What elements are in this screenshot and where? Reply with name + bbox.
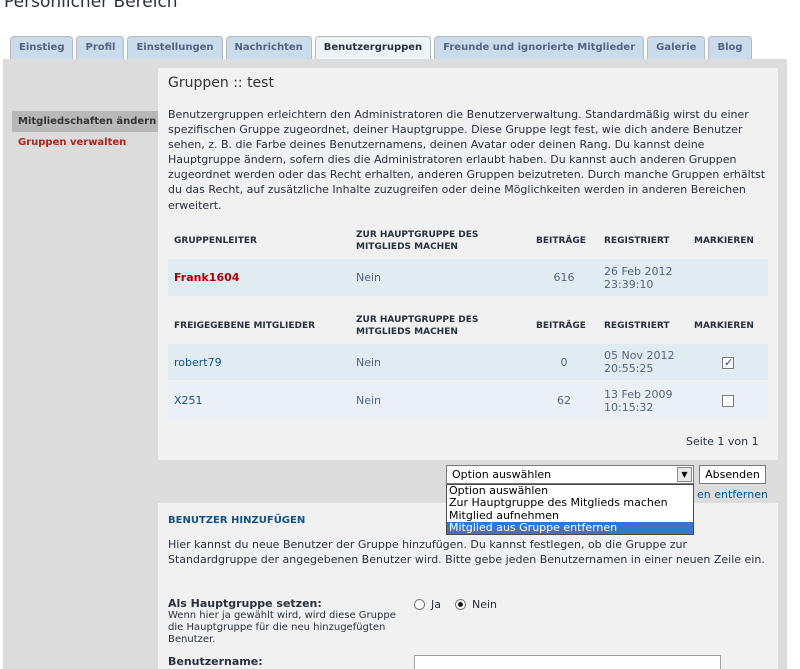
sidebar-item-manage-groups[interactable]: Gruppen verwalten <box>12 132 158 153</box>
sidebar-item-change-memberships[interactable]: Mitgliedschaften ändern <box>12 111 158 132</box>
member-name-link[interactable]: X251 <box>168 380 350 419</box>
action-select-value: Option auswählen <box>452 468 552 481</box>
tab-einstieg[interactable]: Einstieg <box>10 36 74 59</box>
mark-cell <box>688 257 768 296</box>
tab-einstellungen[interactable]: Einstellungen <box>127 36 223 59</box>
radio-no-label: Nein <box>472 598 498 611</box>
tab-benutzergruppen[interactable]: Benutzergruppen <box>314 36 432 60</box>
col-header-posts: BEITRÄGE <box>536 235 586 246</box>
leader-table: GRUPPENLEITER ZUR HAUPTGRUPPE DES MITGLI… <box>168 224 768 296</box>
chevron-down-icon[interactable]: ▼ <box>677 467 692 482</box>
tab-nachrichten[interactable]: Nachrichten <box>225 36 312 59</box>
tab-bar: Einstieg Profil Einstellungen Nachrichte… <box>10 36 752 60</box>
tab-profil[interactable]: Profil <box>76 36 125 59</box>
leader-name-link[interactable]: Frank1604 <box>168 257 350 296</box>
posts-count: 0 <box>530 342 598 381</box>
pagination-text: Seite 1 von 1 <box>686 435 759 448</box>
group-intro-text: Benutzergruppen erleichtern den Administ… <box>168 108 766 212</box>
table-row: robert79 Nein 0 05 Nov 2012 20:55:25 <box>168 342 768 381</box>
default-group-value: Nein <box>350 257 530 296</box>
col-header-default-group: ZUR HAUPTGRUPPE DES MITGLIEDS MACHEN <box>356 314 479 337</box>
group-title: Gruppen :: test <box>168 75 274 91</box>
mark-checkbox[interactable] <box>722 356 734 369</box>
add-users-heading: BENUTZER HINZUFÜGEN <box>168 515 306 526</box>
col-header-leader: GRUPPENLEITER <box>174 235 257 246</box>
member-table: FREIGEGEBENE MITGLIEDER ZUR HAUPTGRUPPE … <box>168 309 768 419</box>
table-row: Frank1604 Nein 616 26 Feb 2012 23:39:10 <box>168 257 768 296</box>
member-name-link[interactable]: robert79 <box>168 342 350 381</box>
submit-button[interactable]: Absenden <box>699 465 766 484</box>
username-label: Benutzername: <box>168 655 263 668</box>
default-group-help: Wenn hier ja gewählt wird, wird diese Gr… <box>168 610 396 645</box>
registered-date: 26 Feb 2012 23:39:10 <box>598 257 688 296</box>
action-select[interactable]: Option auswählen ▼ <box>446 465 694 484</box>
radio-yes-label: Ja <box>431 598 441 611</box>
action-dropdown-list: Option auswählen Zur Hauptgruppe des Mit… <box>446 484 694 535</box>
registered-date: 13 Feb 2009 10:15:32 <box>598 380 688 419</box>
radio-no[interactable] <box>455 599 466 610</box>
table-row: X251 Nein 62 13 Feb 2009 10:15:32 <box>168 380 768 419</box>
default-group-label: Als Hauptgruppe setzen: <box>168 597 322 610</box>
col-header-mark: MARKIEREN <box>694 235 754 246</box>
tab-freunde[interactable]: Freunde und ignorierte Mitglieder <box>434 36 645 59</box>
col-header-registered: REGISTRIERT <box>604 320 670 331</box>
col-header-default-group: ZUR HAUPTGRUPPE DES MITGLIEDS MACHEN <box>356 229 479 252</box>
dropdown-option-highlighted[interactable]: Mitglied aus Gruppe entfernen <box>447 521 693 535</box>
tab-blog[interactable]: Blog <box>708 36 752 59</box>
mark-checkbox[interactable] <box>722 395 734 407</box>
default-group-value: Nein <box>350 342 530 381</box>
add-users-intro: Hier kannst du neue Benutzer der Gruppe … <box>168 538 765 566</box>
dropdown-option[interactable]: Zur Hauptgruppe des Mitglieds machen <box>447 497 693 509</box>
sidebar: Mitgliedschaften ändern Gruppen verwalte… <box>12 111 158 153</box>
col-header-mark: MARKIEREN <box>694 320 754 331</box>
registered-date: 05 Nov 2012 20:55:25 <box>598 342 688 381</box>
col-header-registered: REGISTRIERT <box>604 235 670 246</box>
posts-count: 616 <box>530 257 598 296</box>
username-textarea[interactable] <box>414 655 721 669</box>
posts-count: 62 <box>530 380 598 419</box>
col-header-posts: BEITRÄGE <box>536 320 586 331</box>
col-header-members: FREIGEGEBENE MITGLIEDER <box>174 320 316 331</box>
radio-yes[interactable] <box>414 599 425 610</box>
remove-marked-link[interactable]: en entfernen <box>697 488 768 501</box>
default-group-radio-group: Ja Nein <box>414 598 497 611</box>
tab-galerie[interactable]: Galerie <box>647 36 706 59</box>
page-title: Persönlicher Bereich <box>4 0 178 12</box>
default-group-value: Nein <box>350 380 530 419</box>
